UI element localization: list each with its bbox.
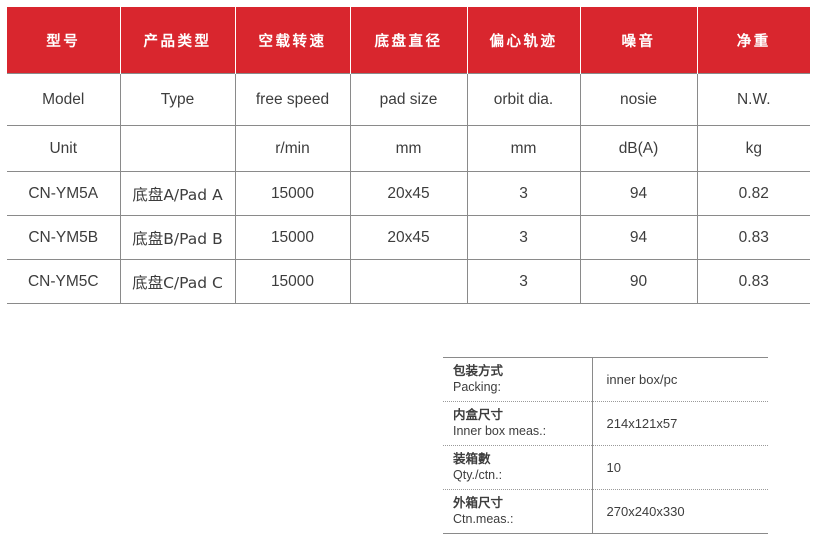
spec-header-cell-pad-size: 底盘直径 (350, 7, 468, 74)
table-cell: kg (697, 125, 810, 172)
table-cell: 20x45 (350, 171, 468, 216)
table-row: 内盒尺寸 Inner box meas.: 214x121x57 (443, 401, 768, 446)
table-cell: CN-YM5A (7, 171, 121, 216)
table-cell: 90 (580, 259, 698, 304)
spec-header-cell-orbit-dia: 偏心轨迹 (467, 7, 581, 74)
table-cell: 15000 (235, 259, 351, 304)
table-cell: 94 (580, 215, 698, 260)
table-cell: free speed (235, 73, 351, 126)
table-cell: Model (7, 73, 121, 126)
table-cell: 3 (467, 259, 581, 304)
packing-label-cell: 外箱尺寸 Ctn.meas.: (443, 489, 593, 534)
packing-label-cn: 装箱數 (453, 451, 491, 466)
table-cell: 15000 (235, 215, 351, 260)
packing-label-en: Packing: (453, 380, 501, 394)
spec-header-label: 净重 (736, 33, 771, 50)
spec-header-cell-type: 产品类型 (120, 7, 236, 74)
table-cell: 94 (580, 171, 698, 216)
table-row: Model Type free speed pad size orbit dia… (7, 73, 810, 126)
packing-value-cell: inner box/pc (592, 357, 768, 402)
table-cell: 底盘B/Pad B (120, 215, 236, 260)
packing-label-en: Ctn.meas.: (453, 512, 514, 526)
table-row: Unit r/min mm mm dB(A) kg (7, 125, 810, 172)
table-cell: Type (120, 73, 236, 126)
spec-header-label: 底盘直径 (374, 33, 443, 50)
table-cell: 3 (467, 171, 581, 216)
table-cell: 15000 (235, 171, 351, 216)
packing-label-cn: 包装方式 (453, 363, 504, 378)
packing-value-cell: 214x121x57 (592, 401, 768, 446)
spec-header-cell-net-weight: 净重 (697, 7, 810, 74)
table-cell: 底盘C/Pad C (120, 259, 236, 304)
packing-label-cell: 装箱數 Qty./ctn.: (443, 445, 593, 490)
spec-header-label: 偏心轨迹 (489, 33, 558, 50)
table-row: 外箱尺寸 Ctn.meas.: 270x240x330 (443, 489, 768, 534)
packing-label-cn: 外箱尺寸 (453, 495, 504, 510)
table-cell: pad size (350, 73, 468, 126)
packing-label-cell: 内盒尺寸 Inner box meas.: (443, 401, 593, 446)
table-cell: 20x45 (350, 215, 468, 260)
spec-header-cell-noise: 噪音 (580, 7, 698, 74)
spec-header-label: 型号 (46, 33, 81, 50)
table-cell: 0.82 (697, 171, 810, 216)
packing-label-en: Inner box meas.: (453, 424, 547, 438)
table-cell (350, 259, 468, 304)
packing-value-cell: 10 (592, 445, 768, 490)
table-cell: mm (350, 125, 468, 172)
table-row: 包装方式 Packing: inner box/pc (443, 357, 768, 402)
table-cell: r/min (235, 125, 351, 172)
spec-header-cell-model: 型号 (7, 7, 121, 74)
spec-header-cell-free-speed: 空载转速 (235, 7, 351, 74)
spec-header-label: 产品类型 (143, 33, 212, 50)
packing-label-en: Qty./ctn.: (453, 468, 503, 482)
spec-header-label: 噪音 (621, 33, 656, 50)
packing-label-cell: 包装方式 Packing: (443, 357, 593, 402)
table-cell: CN-YM5B (7, 215, 121, 260)
table-row: CN-YM5C 底盘C/Pad C 15000 3 90 0.83 (7, 259, 810, 304)
table-cell: dB(A) (580, 125, 698, 172)
packing-value-cell: 270x240x330 (592, 489, 768, 534)
table-cell: Unit (7, 125, 121, 172)
table-cell (120, 125, 236, 172)
table-cell: 底盘A/Pad A (120, 171, 236, 216)
spec-header-label: 空载转速 (258, 33, 327, 50)
table-cell: 0.83 (697, 215, 810, 260)
table-cell: mm (467, 125, 581, 172)
table-row: CN-YM5B 底盘B/Pad B 15000 20x45 3 94 0.83 (7, 215, 810, 260)
table-row: CN-YM5A 底盘A/Pad A 15000 20x45 3 94 0.82 (7, 171, 810, 216)
table-cell: orbit dia. (467, 73, 581, 126)
table-cell: 0.83 (697, 259, 810, 304)
table-cell: CN-YM5C (7, 259, 121, 304)
packing-label-cn: 内盒尺寸 (453, 407, 504, 422)
packing-information-table: 包装方式 Packing: inner box/pc 内盒尺寸 Inner bo… (443, 357, 768, 534)
table-cell: 3 (467, 215, 581, 260)
table-cell: N.W. (697, 73, 810, 126)
table-cell: nosie (580, 73, 698, 126)
spec-header-row: 型号 产品类型 空载转速 底盘直径 偏心轨迹 噪音 净重 (7, 7, 810, 74)
specification-table: 型号 产品类型 空载转速 底盘直径 偏心轨迹 噪音 净重 Model Type … (7, 7, 810, 304)
table-row: 装箱數 Qty./ctn.: 10 (443, 445, 768, 490)
